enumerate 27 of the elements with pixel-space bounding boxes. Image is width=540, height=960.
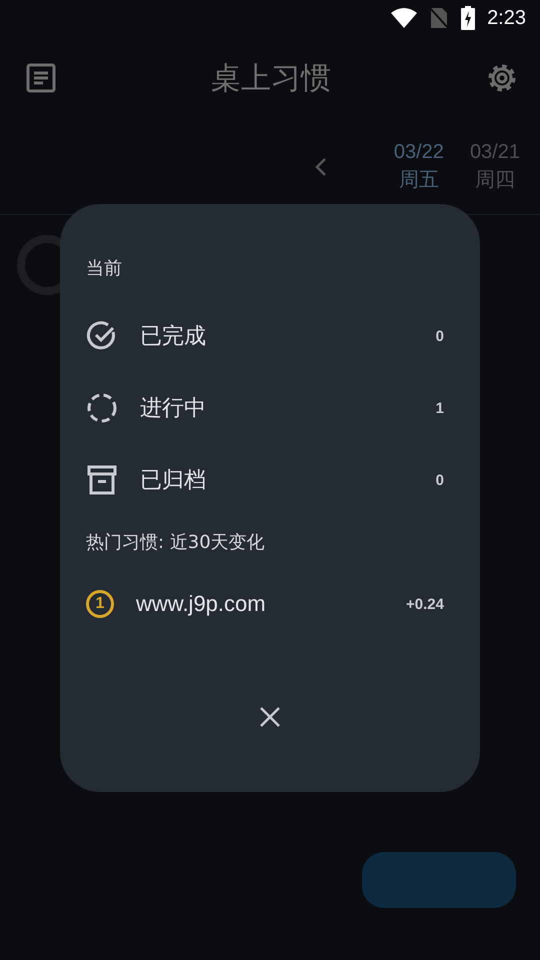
weekday-label[interactable]: 周五 — [398, 166, 439, 193]
status-time: 2:23 — [487, 6, 526, 30]
wifi-icon — [391, 7, 418, 29]
check-circle-icon — [86, 320, 118, 352]
rank-badge: 1 — [86, 590, 114, 618]
archive-box-icon — [86, 464, 118, 496]
settings-icon[interactable] — [486, 62, 518, 94]
date-label[interactable]: 03/21 — [470, 141, 520, 164]
app-title: 桌上习惯 — [211, 60, 331, 98]
weekday-label[interactable]: 周四 — [474, 166, 515, 193]
stat-count: 0 — [436, 472, 444, 488]
trending-title: 热门习惯: 近30天变化 — [86, 531, 266, 554]
stat-count: 0 — [436, 328, 444, 344]
close-icon — [259, 706, 281, 728]
habit-name: www.j9p.com — [136, 591, 267, 617]
dashed-circle-icon — [86, 392, 118, 424]
date-label[interactable]: 03/22 — [394, 141, 444, 164]
stat-label: 已归档 — [140, 467, 207, 495]
stat-count: 1 — [436, 400, 444, 416]
stat-label: 已完成 — [140, 323, 207, 351]
notes-icon[interactable] — [26, 63, 56, 93]
section-title: 当前 — [86, 257, 123, 280]
stat-label: 进行中 — [140, 395, 207, 423]
battery-charging-icon — [461, 6, 476, 30]
no-sim-icon — [429, 7, 450, 29]
habit-change: +0.24 — [406, 596, 444, 612]
chevron-left-icon[interactable] — [314, 157, 328, 177]
